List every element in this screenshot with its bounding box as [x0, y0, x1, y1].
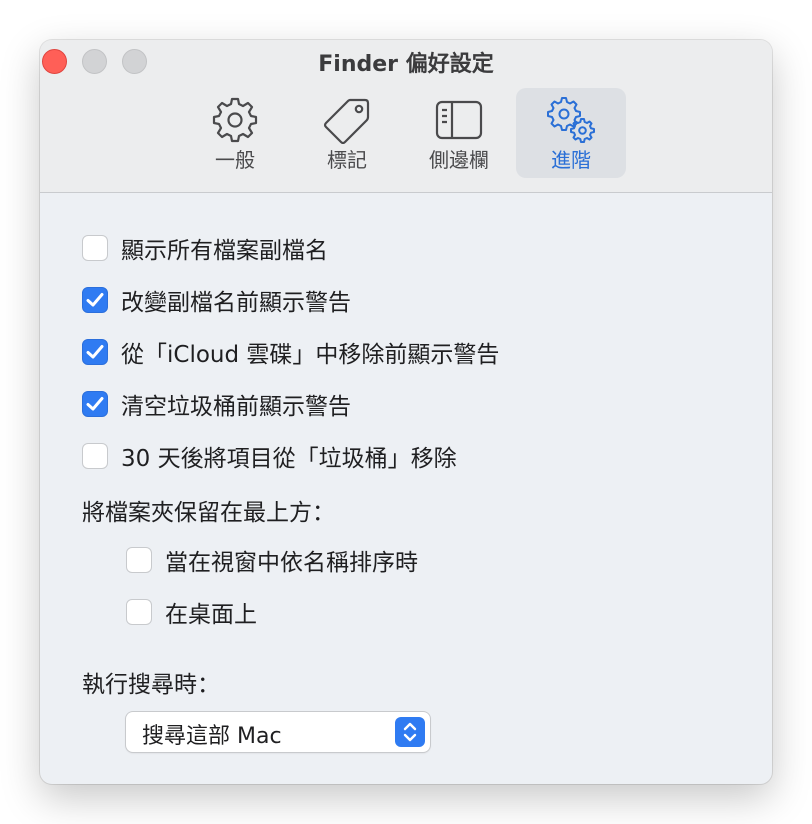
- tag-icon: [323, 98, 370, 144]
- option-label: 在桌面上: [165, 602, 257, 628]
- title-bar: Finder 偏好設定 一般 標記 側邊欄 進階: [40, 40, 772, 193]
- option-label: 30 天後將項目從「垃圾桶」移除: [121, 446, 457, 472]
- option-label: 當在視窗中依名稱排序時: [165, 550, 418, 576]
- folders-top-desktop-checkbox[interactable]: [126, 599, 152, 625]
- option-label: 清空垃圾桶前顯示警告: [121, 394, 351, 420]
- warn-change-extension-checkbox[interactable]: [82, 287, 108, 313]
- tab-tags-label: 標記: [327, 148, 367, 172]
- tab-tags[interactable]: 標記: [292, 88, 402, 178]
- checkmark-icon: [86, 397, 104, 411]
- warn-empty-trash-checkbox[interactable]: [82, 391, 108, 417]
- tab-sidebar[interactable]: 側邊欄: [404, 88, 514, 178]
- gear-icon: [212, 97, 258, 143]
- search-scope-value: 搜尋這部 Mac: [142, 724, 282, 749]
- gears-icon: [547, 97, 595, 143]
- tab-advanced-label: 進階: [551, 148, 591, 172]
- option-label: 顯示所有檔案副檔名: [121, 238, 328, 264]
- search-scope-label: 執行搜尋時：: [82, 672, 220, 698]
- window-title: Finder 偏好設定: [318, 52, 494, 77]
- option-folders-top-windows[interactable]: 當在視窗中依名稱排序時: [126, 545, 418, 576]
- checkmark-icon: [86, 345, 104, 359]
- popup-stepper[interactable]: [395, 717, 425, 747]
- search-scope-popup[interactable]: 搜尋這部 Mac: [126, 712, 430, 752]
- tab-general-label: 一般: [215, 148, 255, 172]
- option-warn-icloud-remove[interactable]: 從「iCloud 雲碟」中移除前顯示警告: [82, 337, 500, 368]
- folders-on-top-label: 將檔案夾保留在最上方：: [82, 500, 335, 526]
- option-warn-empty-trash[interactable]: 清空垃圾桶前顯示警告: [82, 389, 351, 420]
- option-warn-change-extension[interactable]: 改變副檔名前顯示警告: [82, 285, 351, 316]
- remove-trash-30-days-checkbox[interactable]: [82, 443, 108, 469]
- finder-preferences-window: Finder 偏好設定 一般 標記 側邊欄 進階 顯示所有檔案副檔名 改變副檔名…: [40, 40, 772, 784]
- option-folders-top-desktop[interactable]: 在桌面上: [126, 597, 257, 628]
- chevron-up-down-icon: [403, 722, 417, 742]
- tab-sidebar-label: 側邊欄: [429, 148, 489, 172]
- tab-advanced[interactable]: 進階: [516, 88, 626, 178]
- option-label: 從「iCloud 雲碟」中移除前顯示警告: [121, 342, 500, 368]
- show-extensions-checkbox[interactable]: [82, 235, 108, 261]
- option-remove-trash-30-days[interactable]: 30 天後將項目從「垃圾桶」移除: [82, 441, 457, 472]
- option-show-extensions[interactable]: 顯示所有檔案副檔名: [82, 233, 328, 264]
- tab-general[interactable]: 一般: [180, 88, 290, 178]
- sidebar-icon: [435, 100, 483, 140]
- warn-icloud-remove-checkbox[interactable]: [82, 339, 108, 365]
- folders-top-windows-checkbox[interactable]: [126, 547, 152, 573]
- checkmark-icon: [86, 293, 104, 307]
- option-label: 改變副檔名前顯示警告: [121, 290, 351, 316]
